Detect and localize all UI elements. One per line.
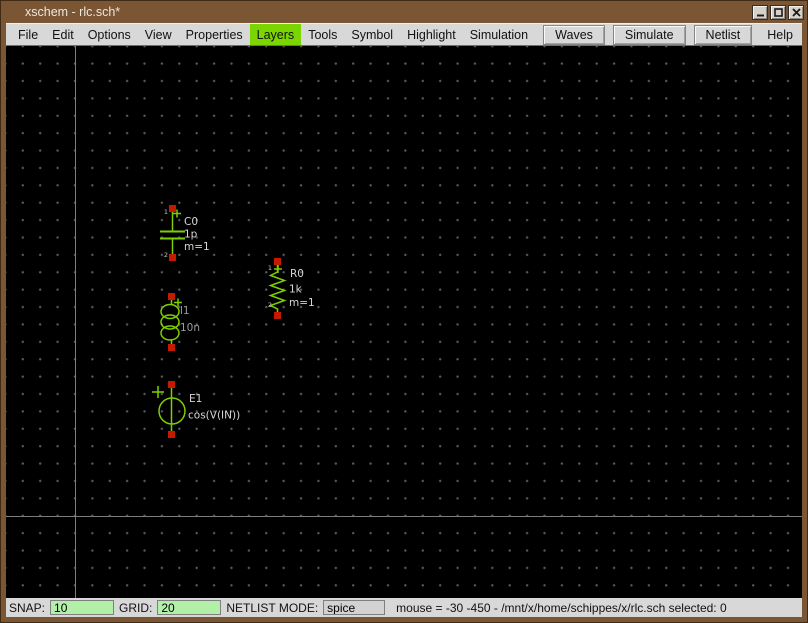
- component-value: 10n: [180, 322, 200, 334]
- menu-highlight[interactable]: Highlight: [400, 24, 463, 45]
- menu-edit[interactable]: Edit: [45, 24, 81, 45]
- window-controls: [752, 5, 804, 20]
- minimize-icon[interactable]: [752, 5, 768, 20]
- pin-number: 2: [164, 251, 168, 259]
- xschem-window: xschem - rlc.sch* File Edit Options View…: [0, 0, 808, 623]
- pin-box: [274, 258, 281, 265]
- component-param: m=1: [184, 241, 210, 253]
- pin-box: [168, 344, 175, 351]
- pin-number: 1: [268, 264, 272, 272]
- close-icon[interactable]: [788, 5, 804, 20]
- component-value: cos(V(IN)): [188, 410, 240, 422]
- menu-properties[interactable]: Properties: [179, 24, 250, 45]
- pin-box: [168, 293, 175, 300]
- pin-box: [274, 312, 281, 319]
- capacitor-symbol[interactable]: 1 2 C0 1p m=1: [160, 205, 210, 261]
- window-frame: File Edit Options View Properties Layers…: [1, 23, 807, 622]
- grid-input[interactable]: [157, 600, 221, 615]
- inductor-symbol[interactable]: l1 10n: [161, 293, 200, 351]
- plus-polarity-icon: [152, 386, 164, 398]
- schematic-canvas[interactable]: 1 2 C0 1p m=1 1 2 R0 1k m=1: [6, 46, 802, 598]
- component-param: m=1: [289, 297, 315, 309]
- grid-label: GRID:: [119, 601, 152, 615]
- menu-options[interactable]: Options: [81, 24, 138, 45]
- component-designator: E1: [189, 393, 202, 405]
- titlebar[interactable]: xschem - rlc.sch*: [1, 1, 807, 23]
- menubar-actions: Waves Simulate Netlist Help: [543, 24, 802, 45]
- pin-box: [169, 205, 176, 212]
- component-value: 1p: [184, 229, 198, 241]
- netlist-mode-label: NETLIST MODE:: [226, 601, 318, 615]
- menu-symbol[interactable]: Symbol: [344, 24, 400, 45]
- component-value: 1k: [289, 284, 303, 296]
- pin-number: 1: [164, 208, 168, 216]
- snap-label: SNAP:: [9, 601, 45, 615]
- netlist-button[interactable]: Netlist: [694, 25, 753, 45]
- waves-button[interactable]: Waves: [543, 25, 605, 45]
- voltage-source-symbol[interactable]: E1 cos(V(IN)): [152, 381, 240, 438]
- menubar: File Edit Options View Properties Layers…: [6, 23, 802, 46]
- menu-file[interactable]: File: [11, 24, 45, 45]
- mouse-status-info: mouse = -30 -450 - /mnt/x/home/schippes/…: [396, 601, 726, 615]
- netlist-mode-input[interactable]: [323, 600, 385, 615]
- pin-box: [169, 254, 176, 261]
- menu-view[interactable]: View: [138, 24, 179, 45]
- snap-input[interactable]: [50, 600, 114, 615]
- maximize-icon[interactable]: [770, 5, 786, 20]
- component-designator: R0: [290, 268, 304, 280]
- menu-layers[interactable]: Layers: [250, 24, 302, 45]
- plus-polarity-icon: [274, 265, 282, 273]
- resistor-symbol[interactable]: 1 2 R0 1k m=1: [268, 258, 315, 319]
- pin-box: [168, 381, 175, 388]
- schematic-drawing: 1 2 C0 1p m=1 1 2 R0 1k m=1: [6, 46, 802, 598]
- component-designator: C0: [184, 216, 198, 228]
- menu-help[interactable]: Help: [760, 28, 800, 42]
- window-title: xschem - rlc.sch*: [25, 5, 120, 19]
- component-designator: l1: [180, 305, 190, 317]
- menu-tools[interactable]: Tools: [301, 24, 344, 45]
- simulate-button[interactable]: Simulate: [613, 25, 686, 45]
- statusbar: SNAP: GRID: NETLIST MODE: mouse = -30 -4…: [6, 598, 802, 617]
- pin-number: 2: [268, 301, 272, 309]
- menu-simulation[interactable]: Simulation: [463, 24, 535, 45]
- pin-box: [168, 431, 175, 438]
